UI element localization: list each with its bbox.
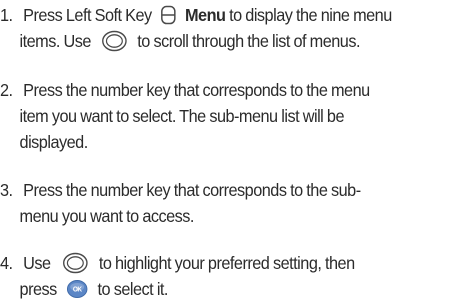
- navigation-key-icon: [62, 252, 90, 274]
- step-text: press: [19, 279, 58, 299]
- step-2-line-2: item you want to select. The sub-menu li…: [19, 106, 345, 126]
- step-text: to highlight your preferred setting, the…: [98, 253, 355, 273]
- step-number: 2.: [0, 80, 13, 100]
- step-2-line-1: 2. Press the number key that corresponds…: [0, 77, 437, 103]
- ok-key-icon: OK: [66, 279, 88, 299]
- step-3-line-1: 3. Press the number key that corresponds…: [0, 177, 437, 203]
- step-1-line-2: items. Use to scroll through the list of…: [0, 28, 437, 54]
- step-text: Use: [23, 253, 51, 273]
- left-soft-key-icon: [159, 5, 178, 25]
- step-4-line-1: 4. Use to highlight your preferred setti…: [0, 250, 437, 276]
- step-1-line-1: 1. Press Left Soft Key Menu to display t…: [0, 2, 437, 28]
- step-number: 4.: [0, 253, 13, 273]
- step-4: 4. Use to highlight your preferred setti…: [0, 250, 437, 302]
- step-4-line-2: press OK to select it.: [0, 276, 437, 302]
- step-text: items. Use: [19, 31, 92, 51]
- step-2-line-3: displayed.: [19, 132, 89, 152]
- navigation-key-icon: [100, 30, 128, 52]
- step-text: to scroll through the list of menus.: [137, 31, 360, 51]
- step-text: Press the number key that corresponds to…: [23, 180, 361, 200]
- step-3: 3. Press the number key that corresponds…: [0, 177, 437, 229]
- step-1: 1. Press Left Soft Key Menu to display t…: [0, 2, 437, 54]
- step-text: to display the nine menu: [229, 5, 392, 25]
- instruction-page: 1. Press Left Soft Key Menu to display t…: [0, 0, 473, 307]
- svg-text:OK: OK: [73, 287, 82, 294]
- step-number: 1.: [0, 5, 13, 25]
- step-text: to select it.: [97, 279, 169, 299]
- menu-key-label: Menu: [184, 5, 226, 25]
- step-text: Press Left Soft Key: [23, 5, 152, 25]
- step-text: Press the number key that corresponds to…: [23, 80, 370, 100]
- step-2: 2. Press the number key that corresponds…: [0, 77, 437, 155]
- step-3-line-2: menu you want to access.: [19, 206, 195, 226]
- step-number: 3.: [0, 180, 13, 200]
